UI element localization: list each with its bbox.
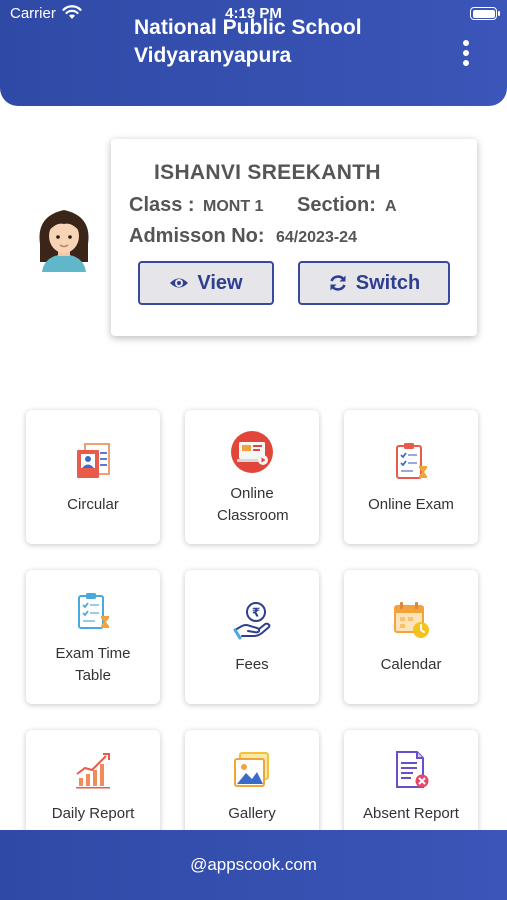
footer-text[interactable]: @appscook.com xyxy=(190,855,317,875)
tile-label-text: Online Classroom xyxy=(217,485,289,524)
tile-exam-timetable[interactable]: Exam Time Table xyxy=(26,570,160,704)
view-button-label: View xyxy=(197,271,243,294)
tile-label: Gallery xyxy=(228,805,276,822)
refresh-icon xyxy=(330,275,346,291)
online-exam-icon xyxy=(396,443,427,479)
fees-icon: ₹ xyxy=(233,602,271,640)
gallery-icon xyxy=(234,752,269,787)
exam-timetable-icon xyxy=(78,593,109,629)
school-name: National Public School Vidyaranyapura xyxy=(134,16,362,67)
online-classroom-icon xyxy=(231,431,273,473)
tile-label: Online Exam xyxy=(368,496,454,513)
tile-label: Exam Time Table xyxy=(26,643,160,687)
student-info-card: ISHANVI SREEKANTH Class : MONT 1 Section… xyxy=(111,139,477,336)
switch-button[interactable]: Switch xyxy=(298,261,450,305)
tile-fees[interactable]: ₹ Fees xyxy=(185,570,319,704)
app-screen: Carrier 4:19 PM National Public School V… xyxy=(0,0,507,900)
tile-label: Online Classroom xyxy=(185,483,319,527)
tile-online-exam[interactable]: Online Exam xyxy=(344,410,478,544)
student-avatar xyxy=(39,210,89,272)
admission-label: Admisson No: xyxy=(129,225,265,247)
more-menu-icon[interactable] xyxy=(461,40,471,66)
tile-label: Absent Report xyxy=(363,805,459,822)
view-button[interactable]: View xyxy=(138,261,274,305)
class-value: MONT 1 xyxy=(203,198,264,215)
tile-label: Circular xyxy=(67,496,119,513)
tile-circular[interactable]: Circular xyxy=(26,410,160,544)
tile-calendar[interactable]: Calendar xyxy=(344,570,478,704)
tile-label: Daily Report xyxy=(51,805,135,822)
daily-report-icon xyxy=(76,753,110,789)
class-label: Class : xyxy=(129,194,195,216)
footer-bar: @appscook.com xyxy=(0,830,507,900)
section-label: Section: xyxy=(297,194,376,216)
switch-button-label: Switch xyxy=(355,271,421,294)
header-bar: Carrier 4:19 PM National Public School V… xyxy=(0,0,507,106)
calendar-icon xyxy=(394,602,429,638)
tile-label-text: Exam Time Table xyxy=(55,645,131,684)
battery-icon xyxy=(470,7,500,20)
absent-report-icon xyxy=(396,751,429,788)
tile-online-classroom[interactable]: Online Classroom xyxy=(185,410,319,544)
admission-value: 64/2023-24 xyxy=(276,229,357,246)
tile-label: Calendar xyxy=(380,656,442,673)
tile-label: Fees xyxy=(235,656,269,673)
circular-icon xyxy=(77,443,110,478)
section-value: A xyxy=(385,198,397,215)
student-name: ISHANVI SREEKANTH xyxy=(154,161,381,184)
eye-icon xyxy=(170,278,189,288)
svg-text:₹: ₹ xyxy=(252,606,260,620)
